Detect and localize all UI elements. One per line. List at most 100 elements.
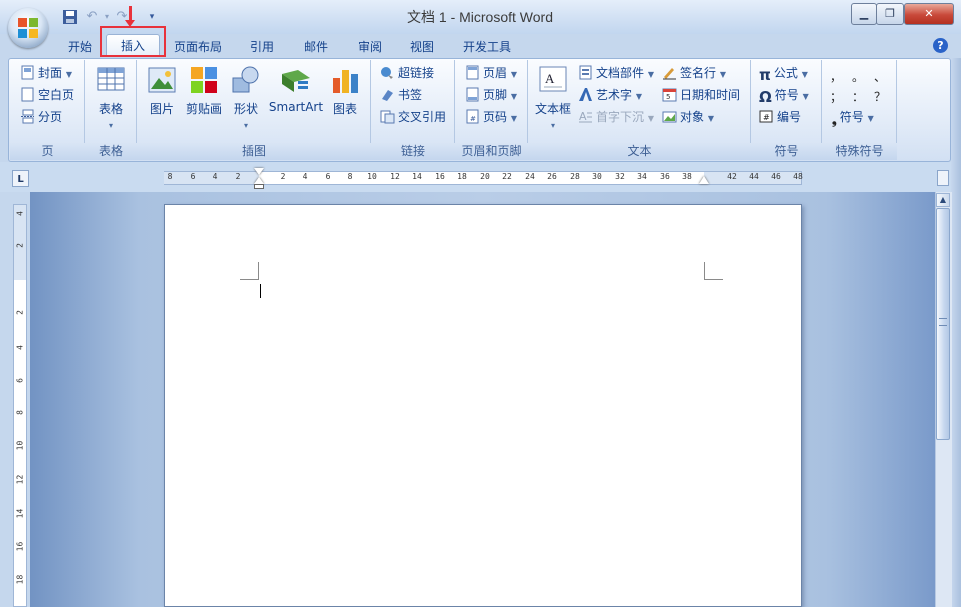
symbol-semicolon[interactable]: ； xyxy=(826,88,846,106)
dropdown-arrow-icon: ▼ xyxy=(647,70,654,79)
ruler-tick-label: 20 xyxy=(480,172,490,181)
page-break-button[interactable]: 分页 xyxy=(20,107,62,127)
numbering-icon: # xyxy=(759,110,773,123)
ruler-tick-label: 12 xyxy=(390,172,400,181)
clip-art-label: 剪贴画 xyxy=(185,102,222,116)
page-number-button[interactable]: # 页码 ▼ xyxy=(465,107,517,127)
tab-page-layout[interactable]: 页面布局 xyxy=(168,36,228,58)
tab-developer[interactable]: 开发工具 xyxy=(456,36,518,58)
symbol-colon[interactable]: ： xyxy=(848,88,868,106)
vertical-ruler-tick-label: 12 xyxy=(15,474,25,485)
hanging-indent-marker[interactable] xyxy=(254,177,264,184)
text-box-button[interactable]: A 文本框 ▾ xyxy=(532,64,574,131)
footer-button[interactable]: 页脚 ▼ xyxy=(465,85,517,105)
right-indent-marker[interactable] xyxy=(699,176,709,184)
first-line-indent-marker[interactable] xyxy=(254,168,264,175)
office-logo-icon xyxy=(18,18,38,38)
group-label-symbols: 符号 xyxy=(751,143,822,160)
ruler-tick-label: 2 xyxy=(235,172,241,181)
restore-button[interactable]: ❐ xyxy=(876,3,904,25)
crop-mark-top-right-h xyxy=(704,279,723,280)
table-label: 表格 xyxy=(98,102,123,116)
cover-page-button[interactable]: 封面 ▼ xyxy=(20,63,72,83)
more-symbols-button[interactable]: ❟ 符号 ▼ xyxy=(832,107,874,127)
chart-button[interactable]: 图表 xyxy=(328,64,362,117)
equation-label: 公式 xyxy=(773,66,798,80)
dropdown-arrow-icon: ▼ xyxy=(510,70,517,79)
save-icon[interactable] xyxy=(62,9,78,25)
symbol-button[interactable]: Ω 符号 ▼ xyxy=(759,85,809,106)
ruler-tick-label: 44 xyxy=(749,172,759,181)
svg-text:A: A xyxy=(579,110,587,123)
chart-icon xyxy=(333,70,358,93)
vertical-ruler-tick-label: 6 xyxy=(15,378,25,383)
ruler-tick-label: 6 xyxy=(325,172,331,181)
undo-icon[interactable]: ↶ xyxy=(84,9,100,25)
signature-line-button[interactable]: 签名行 ▼ xyxy=(662,63,726,83)
customize-qat-icon[interactable]: ▾ xyxy=(144,9,160,25)
close-button[interactable]: ✕ xyxy=(904,3,954,25)
page-number-icon: # xyxy=(466,109,479,124)
dropdown-arrow-icon: ▼ xyxy=(707,114,714,123)
window-title: 文档 1 - Microsoft Word xyxy=(407,9,553,25)
date-time-button[interactable]: 5 日期和时间 xyxy=(662,85,740,105)
ruler-tick-label: 46 xyxy=(771,172,781,181)
picture-button[interactable]: 图片 xyxy=(144,64,180,117)
svg-text:5: 5 xyxy=(666,93,670,101)
tab-stop-selector[interactable]: L xyxy=(12,170,29,187)
scrollbar-grip-icon xyxy=(939,318,947,326)
scroll-up-arrow-icon[interactable]: ▲ xyxy=(936,193,950,207)
left-indent-marker[interactable] xyxy=(254,184,264,189)
ruler-tick-label: 14 xyxy=(412,172,422,181)
tab-mailings[interactable]: 邮件 xyxy=(298,36,334,58)
tab-view[interactable]: 视图 xyxy=(404,36,440,58)
cross-reference-button[interactable]: 交叉引用 xyxy=(380,107,446,127)
header-icon xyxy=(466,65,479,80)
help-icon[interactable]: ? xyxy=(933,38,948,53)
view-ruler-toggle-icon[interactable] xyxy=(937,170,949,186)
picture-icon xyxy=(148,67,176,93)
wordart-label: 艺术字 xyxy=(596,88,633,102)
symbol-enumeration-comma[interactable]: 、 xyxy=(870,68,890,86)
table-button[interactable]: 表格 ▾ xyxy=(88,64,134,131)
semicolon-bullet-icon: ❟ xyxy=(832,113,837,127)
ruler-tick-label: 42 xyxy=(727,172,737,181)
tab-references[interactable]: 引用 xyxy=(244,36,280,58)
bookmark-label: 书签 xyxy=(398,88,423,102)
clip-art-icon xyxy=(191,67,217,93)
quick-parts-button[interactable]: 文档部件 ▼ xyxy=(578,63,654,83)
clip-art-button[interactable]: 剪贴画 xyxy=(183,64,225,117)
document-page[interactable] xyxy=(164,204,802,607)
chart-label: 图表 xyxy=(332,102,357,116)
blank-page-button[interactable]: 空白页 xyxy=(20,85,74,105)
numbering-button[interactable]: # 编号 xyxy=(759,107,801,127)
bookmark-button[interactable]: 书签 xyxy=(380,85,422,105)
tab-home[interactable]: 开始 xyxy=(60,36,100,58)
equation-button[interactable]: π 公式 ▼ xyxy=(759,63,808,84)
wordart-button[interactable]: 艺术字 ▼ xyxy=(578,85,642,105)
quick-parts-label: 文档部件 xyxy=(596,66,645,80)
smartart-button[interactable]: SmartArt xyxy=(268,64,324,114)
tab-review[interactable]: 审阅 xyxy=(352,36,388,58)
vertical-ruler-tick-label: 16 xyxy=(15,541,25,552)
cross-reference-icon xyxy=(380,110,395,124)
ruler-tick-label: 24 xyxy=(525,172,535,181)
dropdown-arrow-icon: ▾ xyxy=(108,121,113,130)
drop-cap-button[interactable]: A 首字下沉 ▼ xyxy=(578,107,654,127)
crop-mark-top-left-h xyxy=(240,279,259,280)
object-button[interactable]: 对象 ▼ xyxy=(662,107,714,127)
symbol-question-mark[interactable]: ？ xyxy=(870,88,890,106)
symbol-comma[interactable]: ， xyxy=(826,68,846,86)
date-time-label: 日期和时间 xyxy=(680,88,741,102)
ruler-tick-label: 36 xyxy=(660,172,670,181)
ruler-tick-label: 30 xyxy=(592,172,602,181)
header-button[interactable]: 页眉 ▼ xyxy=(465,63,517,83)
minimize-button[interactable]: ▁ xyxy=(851,3,877,25)
symbol-period[interactable]: 。 xyxy=(848,68,868,86)
hyperlink-button[interactable]: 超链接 xyxy=(380,63,434,83)
office-button[interactable] xyxy=(8,8,48,48)
shapes-button[interactable]: 形状 ▾ xyxy=(229,64,263,131)
undo-dropdown-icon[interactable]: ▾ xyxy=(99,9,115,25)
vertical-ruler-tick-label: 8 xyxy=(15,410,25,415)
ruler-tick-label: 28 xyxy=(570,172,580,181)
